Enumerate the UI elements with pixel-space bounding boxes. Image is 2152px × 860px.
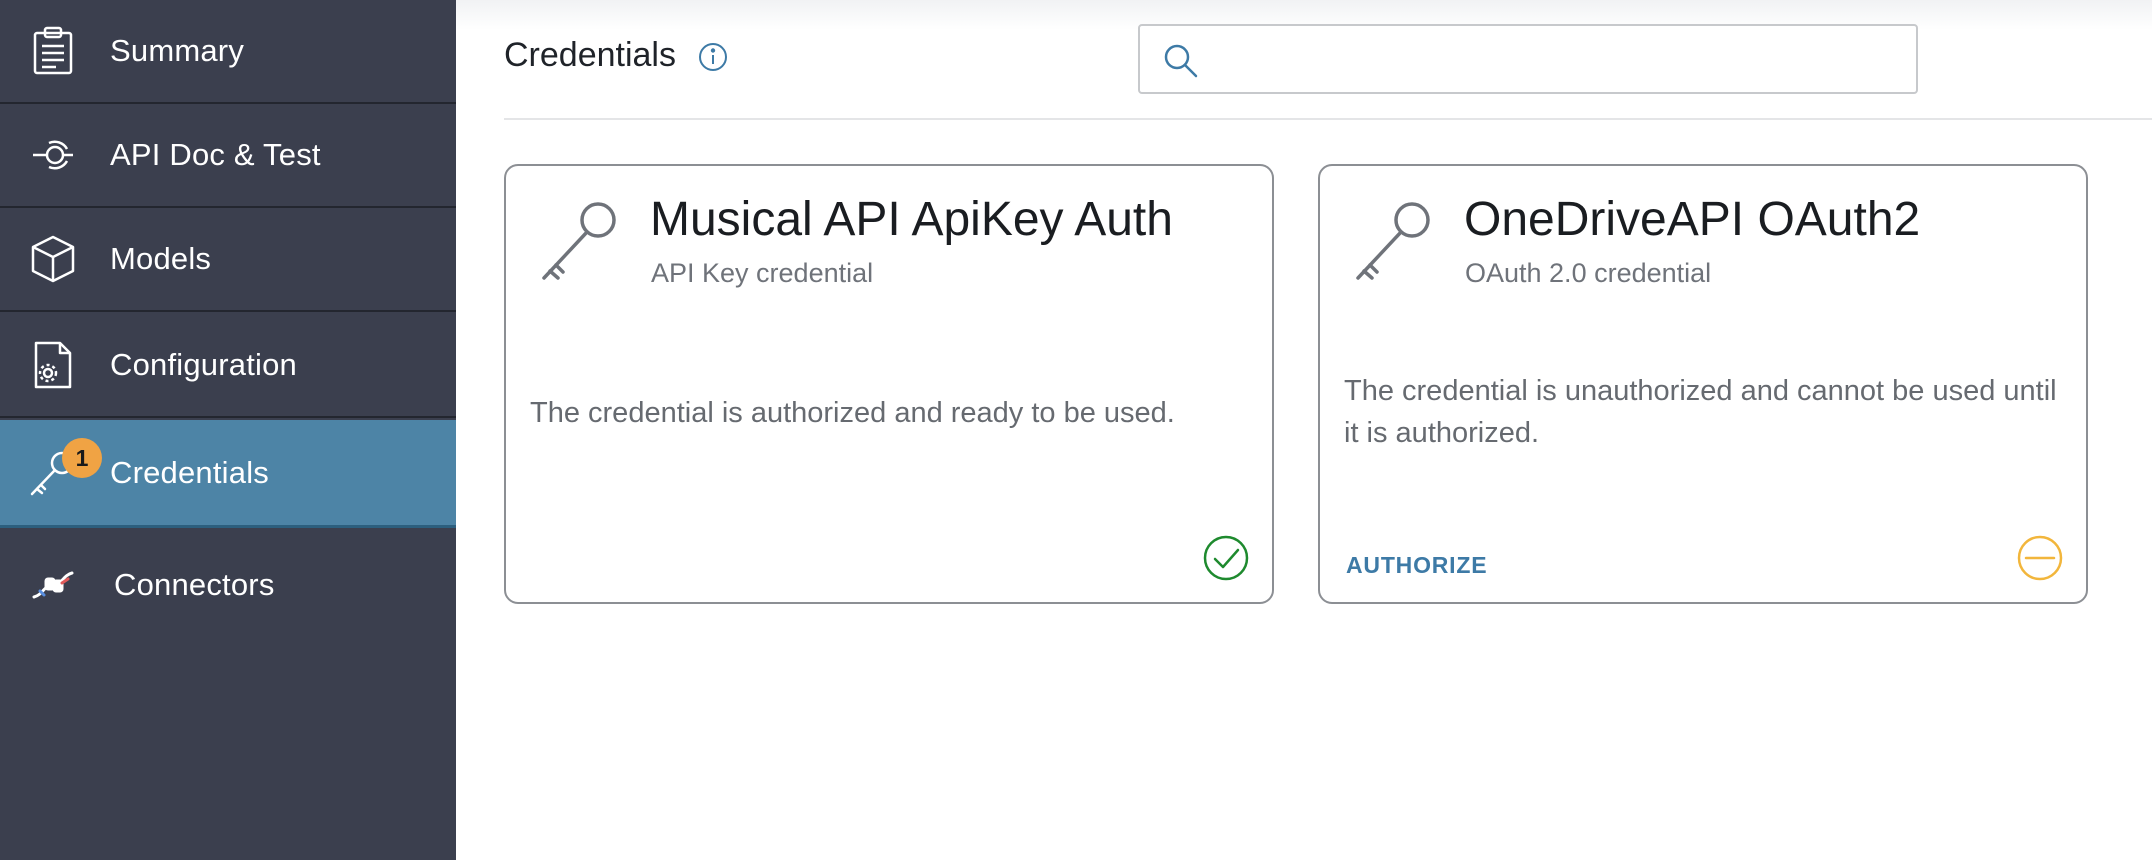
config-document-icon	[28, 340, 78, 390]
credential-card[interactable]: OneDriveAPI OAuth2 OAuth 2.0 credential …	[1318, 164, 2088, 604]
sidebar-item-models[interactable]: Models	[0, 208, 456, 312]
sidebar-item-label: Credentials	[110, 454, 270, 490]
connectors-icon	[28, 560, 78, 610]
minus-circle-icon	[2016, 534, 2064, 582]
api-doc-icon	[28, 130, 78, 180]
key-icon	[1350, 200, 1436, 286]
card-title: OneDriveAPI OAuth2	[1464, 193, 1921, 246]
card-subtitle: OAuth 2.0 credential	[1465, 258, 1712, 288]
sidebar-item-configuration[interactable]: Configuration	[0, 314, 456, 418]
sidebar-item-label: Configuration	[110, 347, 297, 382]
card-description: The credential is authorized and ready t…	[530, 397, 1175, 429]
authorize-button[interactable]: AUTHORIZE	[1346, 552, 1487, 579]
sidebar-item-connectors[interactable]: Connectors	[0, 530, 456, 640]
sidebar-item-credentials[interactable]: 1 Credentials	[0, 420, 456, 528]
sidebar-item-label: API Doc & Test	[110, 137, 321, 172]
search-input[interactable]	[1212, 34, 1902, 84]
info-icon[interactable]	[698, 42, 728, 72]
search-box[interactable]	[1138, 24, 1918, 94]
card-description: The credential is unauthorized and canno…	[1344, 375, 2057, 449]
page-title: Credentials	[504, 36, 676, 74]
sidebar: Summary API Doc & Test Models Configurat…	[0, 0, 456, 860]
sidebar-item-label: Models	[110, 241, 212, 276]
search-icon	[1162, 42, 1200, 80]
cube-icon	[28, 234, 78, 284]
sidebar-item-summary[interactable]: Summary	[0, 0, 456, 104]
sidebar-item-api-doc[interactable]: API Doc & Test	[0, 104, 456, 208]
key-icon	[536, 200, 622, 286]
card-title: Musical API ApiKey Auth	[650, 193, 1173, 246]
check-circle-icon	[1202, 534, 1250, 582]
clipboard-icon	[28, 26, 78, 76]
card-subtitle: API Key credential	[651, 258, 874, 288]
header-divider	[504, 118, 2152, 120]
credential-card[interactable]: Musical API ApiKey Auth API Key credenti…	[504, 164, 1274, 604]
main-content: Credentials Musical API ApiKey Auth API …	[456, 0, 2152, 860]
sidebar-item-label: Connectors	[114, 567, 275, 602]
notification-badge: 1	[62, 438, 102, 478]
app-root: Summary API Doc & Test Models Configurat…	[0, 0, 2152, 860]
sidebar-item-label: Summary	[110, 33, 245, 68]
